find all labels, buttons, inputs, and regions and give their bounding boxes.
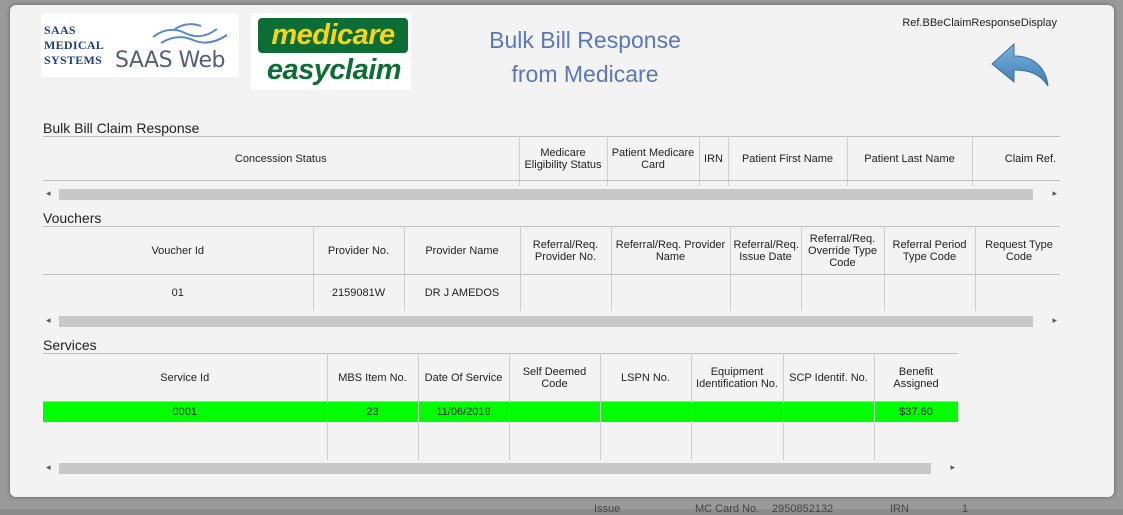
saas-logo-small-text: SAAS MEDICAL SYSTEMS bbox=[44, 23, 104, 68]
col-patient-first-name[interactable]: Patient First Name bbox=[728, 136, 848, 181]
saas-logo-line-1: SAAS bbox=[44, 23, 76, 37]
scroll-right-icon[interactable]: ▸ bbox=[1052, 315, 1057, 326]
col-benefit-assigned[interactable]: Benefit Assigned bbox=[874, 353, 958, 402]
col-patient-last-name[interactable]: Patient Last Name bbox=[847, 136, 973, 181]
easyclaim-logo-text: easyclaim bbox=[266, 54, 402, 86]
scroll-left-icon[interactable]: ◂ bbox=[46, 315, 51, 326]
vouchers-section-title: Vouchers bbox=[43, 210, 102, 226]
scroll-right-icon[interactable]: ▸ bbox=[950, 462, 955, 473]
col-equipment-id[interactable]: Equipment Identification No. bbox=[691, 353, 784, 402]
referral-provider-no-cell bbox=[520, 274, 612, 311]
vouchers-scroll-thumb[interactable] bbox=[59, 316, 1033, 327]
col-referral-period-type[interactable]: Referral Period Type Code bbox=[884, 226, 976, 275]
wave-icon bbox=[152, 23, 228, 44]
referral-provider-name-cell bbox=[611, 274, 731, 311]
self-deemed-cell bbox=[509, 401, 601, 422]
voucher-id-cell: 01 bbox=[43, 274, 314, 311]
claim-section-title: Bulk Bill Claim Response bbox=[43, 120, 200, 136]
bulk-bill-response-dialog: SAAS MEDICAL SYSTEMS SAAS Web medicare e… bbox=[10, 5, 1114, 497]
backdrop-label-irn: IRN bbox=[890, 503, 909, 515]
col-provider-name[interactable]: Provider Name bbox=[404, 226, 521, 275]
backdrop-value-irn: 1 bbox=[962, 503, 969, 515]
back-arrow-icon[interactable] bbox=[990, 42, 1052, 90]
backdrop-label-mc-card: MC Card No. bbox=[695, 503, 760, 515]
col-lspn-no[interactable]: LSPN No. bbox=[600, 353, 692, 402]
backdrop-label-issue: Issue bbox=[594, 503, 621, 515]
mbs-item-cell: 23 bbox=[327, 401, 419, 422]
saas-logo-line-2: MEDICAL bbox=[44, 38, 105, 52]
service-id-cell: 0001 bbox=[43, 401, 328, 422]
saas-web-logo: SAAS MEDICAL SYSTEMS SAAS Web bbox=[41, 13, 239, 77]
equipment-id-cell bbox=[691, 401, 784, 422]
referral-override-cell bbox=[801, 274, 885, 311]
col-provider-no[interactable]: Provider No. bbox=[313, 226, 405, 275]
col-medicare-eligibility[interactable]: Medicare Eligibility Status bbox=[519, 136, 608, 181]
col-concession-status[interactable]: Concession Status bbox=[43, 136, 520, 181]
page-title-line-1: Bulk Bill Response bbox=[489, 27, 681, 53]
saas-logo-big-text: SAAS Web bbox=[115, 48, 226, 73]
table-row-selected[interactable]: 0001 23 11/06/2019 $37.60 bbox=[43, 401, 958, 422]
table-row-empty bbox=[43, 421, 958, 461]
referral-period-cell bbox=[884, 274, 976, 311]
scroll-left-icon[interactable]: ◂ bbox=[46, 462, 51, 473]
vouchers-grid: Voucher Id Provider No. Provider Name Re… bbox=[43, 226, 1060, 314]
claim-scroll-thumb[interactable] bbox=[59, 189, 1033, 200]
benefit-assigned-cell: $37.60 bbox=[874, 401, 958, 422]
scroll-right-icon[interactable]: ▸ bbox=[1052, 188, 1057, 199]
saas-logo-line-3: SYSTEMS bbox=[44, 53, 103, 67]
col-claim-ref-id[interactable]: Claim Ref. ID bbox=[972, 136, 1060, 181]
provider-no-cell: 2159081W bbox=[313, 274, 405, 311]
col-patient-medicare-card[interactable]: Patient Medicare Card bbox=[607, 136, 700, 181]
services-scrollbar[interactable]: ◂ ▸ bbox=[43, 460, 958, 477]
col-referral-issue-date[interactable]: Referral/Req. Issue Date bbox=[730, 226, 802, 275]
col-irn[interactable]: IRN bbox=[699, 136, 729, 181]
col-referral-override-type[interactable]: Referral/Req. Override Type Code bbox=[801, 226, 885, 275]
col-referral-provider-name[interactable]: Referral/Req. Provider Name bbox=[611, 226, 731, 275]
services-scroll-thumb[interactable] bbox=[59, 463, 931, 474]
table-row[interactable]: 01 2159081W DR J AMEDOS bbox=[43, 274, 1060, 311]
reference-label: Ref.BBeClaimResponseDisplay bbox=[902, 17, 1057, 29]
services-grid: Service Id MBS Item No. Date Of Service … bbox=[43, 353, 958, 461]
request-type-cell bbox=[975, 274, 1060, 311]
col-date-of-service[interactable]: Date Of Service bbox=[418, 353, 510, 402]
backdrop-value-mc-card: 2950852132 bbox=[772, 503, 834, 515]
claim-scrollbar[interactable]: ◂ ▸ bbox=[43, 186, 1060, 203]
referral-issue-date-cell bbox=[730, 274, 802, 311]
scp-identif-cell bbox=[783, 401, 875, 422]
col-self-deemed-code[interactable]: Self Deemed Code bbox=[509, 353, 601, 402]
page-title-line-2: from Medicare bbox=[511, 61, 659, 87]
medicare-logo-text: medicare bbox=[258, 18, 408, 53]
col-voucher-id[interactable]: Voucher Id bbox=[43, 226, 314, 275]
vouchers-scrollbar[interactable]: ◂ ▸ bbox=[43, 313, 1060, 330]
services-section-title: Services bbox=[43, 337, 97, 353]
col-referral-provider-no[interactable]: Referral/Req. Provider No. bbox=[520, 226, 612, 275]
claim-grid: Concession Status Medicare Eligibility S… bbox=[43, 136, 1060, 186]
col-scp-identif[interactable]: SCP Identif. No. bbox=[783, 353, 875, 402]
col-request-type-code[interactable]: Request Type Code bbox=[975, 226, 1060, 275]
date-of-service-cell: 11/06/2019 bbox=[418, 401, 510, 422]
medicare-easyclaim-logo: medicare easyclaim bbox=[251, 13, 411, 90]
lspn-cell bbox=[600, 401, 692, 422]
provider-name-cell: DR J AMEDOS bbox=[404, 274, 521, 311]
page-title: Bulk Bill Response from Medicare bbox=[450, 23, 720, 91]
col-mbs-item-no[interactable]: MBS Item No. bbox=[327, 353, 419, 402]
scroll-left-icon[interactable]: ◂ bbox=[46, 188, 51, 199]
col-service-id[interactable]: Service Id bbox=[43, 353, 328, 402]
